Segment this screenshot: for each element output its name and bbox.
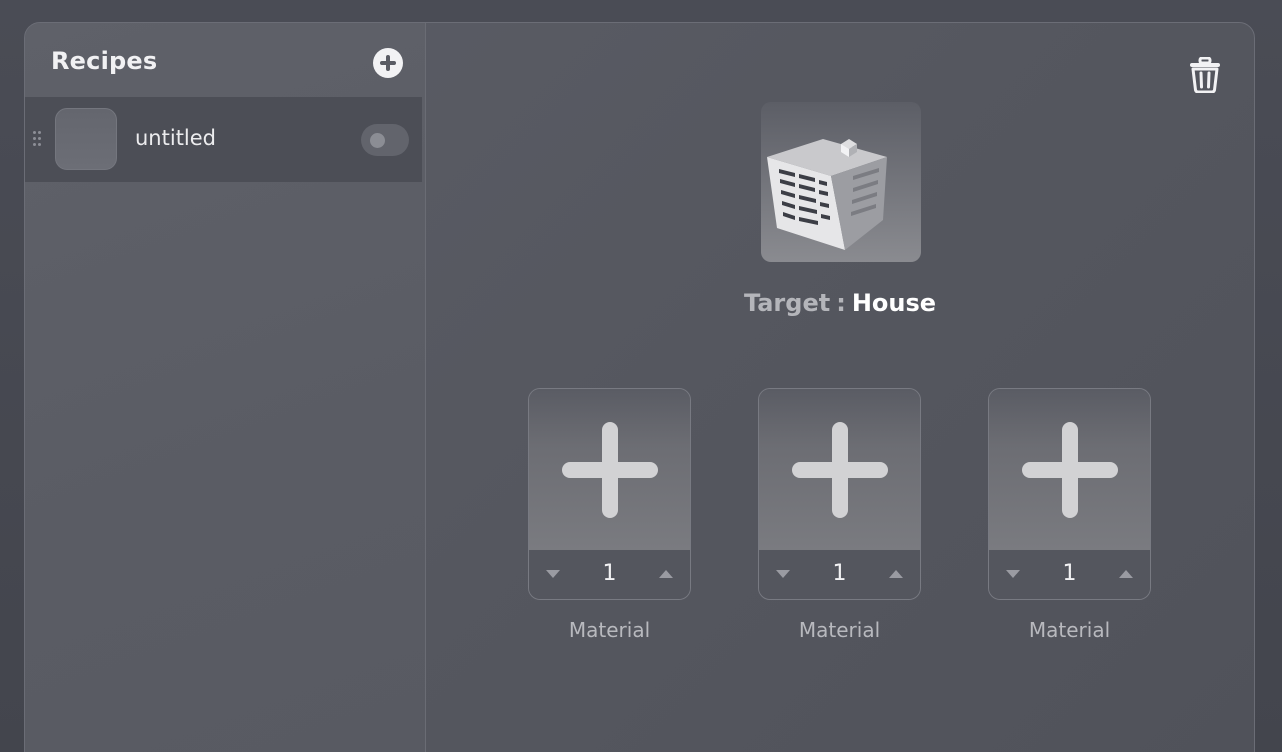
increment-arrow-icon[interactable]: [888, 569, 904, 579]
toggle-knob: [370, 133, 385, 148]
target-prefix: Target: [743, 289, 831, 317]
material-card: 1: [758, 388, 921, 600]
material-card: 1: [988, 388, 1151, 600]
add-material-slot[interactable]: [529, 389, 690, 550]
target-separator: :: [836, 289, 846, 317]
drag-handle-icon[interactable]: [33, 131, 43, 147]
add-material-slot[interactable]: [759, 389, 920, 550]
material-card: 1: [528, 388, 691, 600]
quantity-stepper: 1: [989, 550, 1150, 599]
sidebar-header: Recipes: [25, 23, 425, 97]
building-icon: [767, 139, 887, 250]
trash-icon: [1190, 56, 1220, 94]
add-recipe-button[interactable]: [373, 48, 403, 78]
add-material-slot[interactable]: [989, 389, 1150, 550]
increment-arrow-icon[interactable]: [1118, 569, 1134, 579]
recipe-list-item[interactable]: untitled: [25, 97, 422, 182]
target-name: House: [851, 289, 937, 317]
material-label: Material: [568, 618, 651, 642]
target-label: Target: House: [426, 289, 1254, 317]
material-label: Material: [798, 618, 881, 642]
increment-arrow-icon[interactable]: [658, 569, 674, 579]
delete-recipe-button[interactable]: [1189, 56, 1221, 94]
recipe-enabled-toggle[interactable]: [361, 124, 409, 156]
quantity-stepper: 1: [759, 550, 920, 599]
target-image[interactable]: [761, 102, 921, 262]
quantity-stepper: 1: [529, 550, 690, 599]
material-label: Material: [1028, 618, 1111, 642]
recipe-detail-panel: Target: House 1 Material 1 Material 1 Ma…: [426, 23, 1254, 752]
recipe-thumbnail: [55, 108, 117, 170]
sidebar-title: Recipes: [51, 47, 158, 75]
recipe-name: untitled: [135, 126, 217, 150]
recipes-sidebar: Recipes untitled: [25, 23, 426, 752]
recipe-editor-window: Recipes untitled Target: House 1 Materi…: [24, 22, 1255, 752]
